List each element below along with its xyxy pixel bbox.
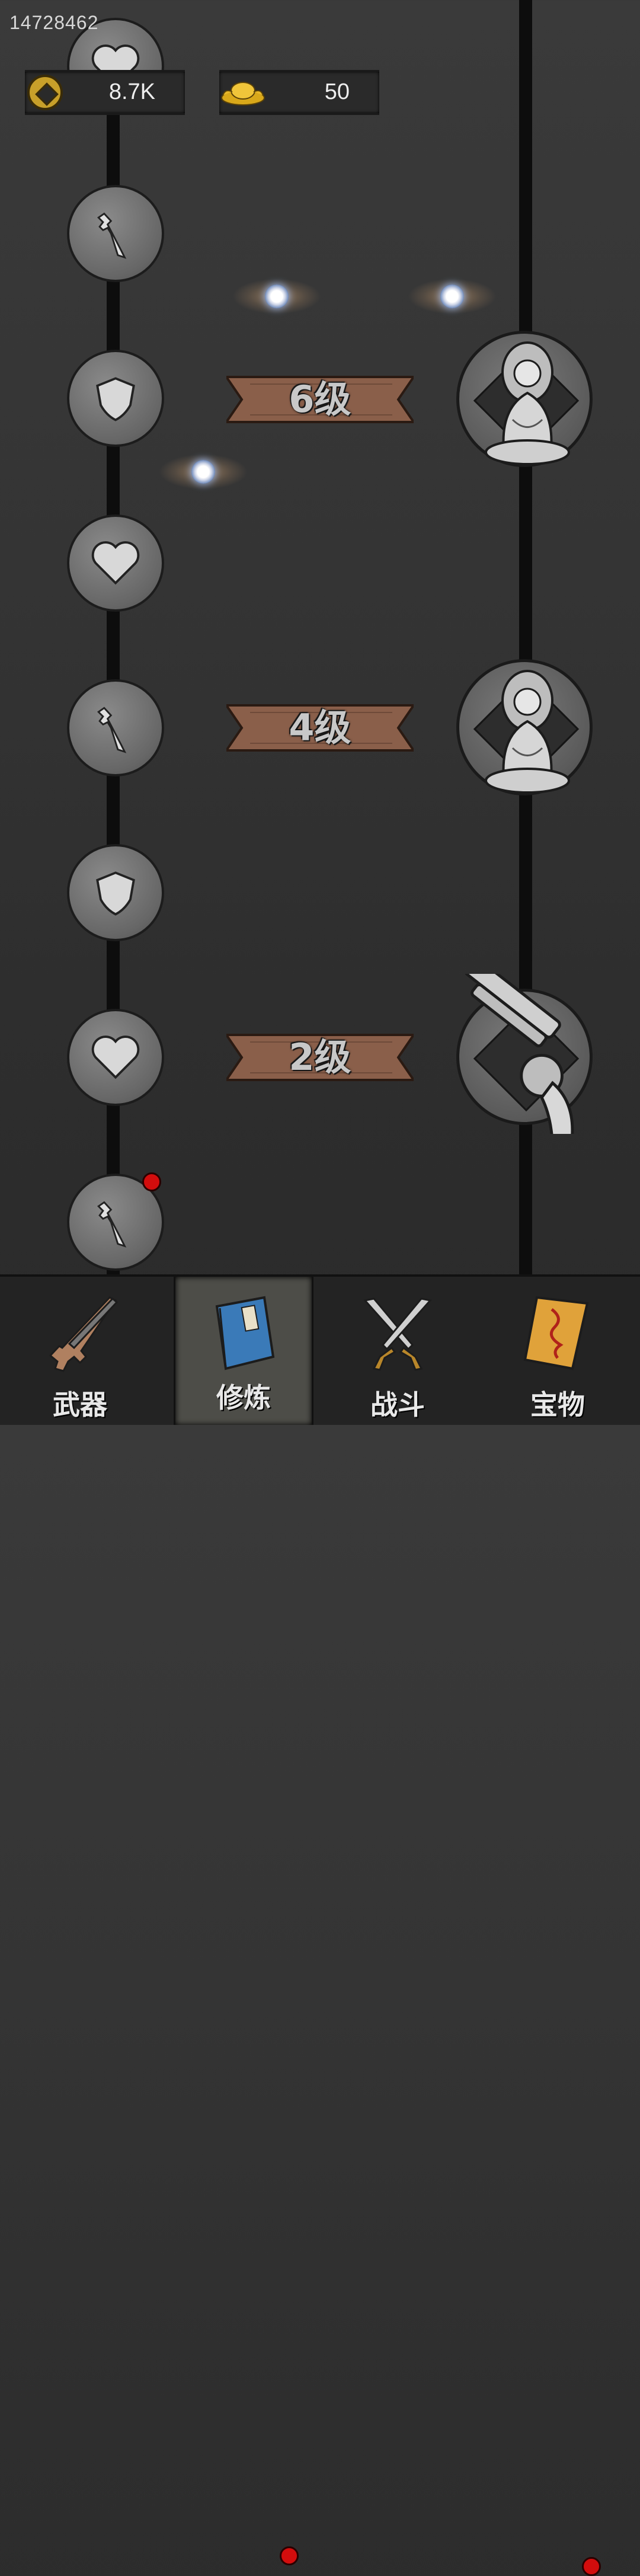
level-label: 6级 [289,378,351,421]
sword-icon [97,212,127,259]
level-label: 2级 [289,1035,351,1079]
tab-battle-label: 战斗 [370,1389,425,1421]
level-banner: 2级 [226,1030,414,1085]
bottom-nav: 武器 修炼 战斗 宝物 [0,1274,640,2576]
crossed-swords-icon [363,1297,432,1371]
skill-node-health[interactable] [67,514,164,612]
coin-icon [27,75,63,110]
tab-treasure-label: 宝物 [530,1389,585,1421]
player-id: 14728462 [9,12,99,33]
talisman-icon [523,1296,589,1370]
buddha-statue-icon [485,341,570,465]
sword-icon [97,1201,127,1248]
spirit-orb[interactable] [159,448,248,496]
milestone-shotgun-reward[interactable] [456,974,593,1134]
notification-badge [280,2546,299,2565]
shotgun-icon [464,974,574,1134]
tab-weapons-label: 武器 [53,1389,107,1421]
milestone-buddha-reward[interactable] [456,331,593,467]
rifle-icon [49,1296,119,1372]
milestone-buddha-reward[interactable] [456,659,593,795]
heart-icon [91,1035,140,1079]
sword-icon [97,707,127,753]
skill-node-attack[interactable] [67,185,164,282]
buddha-statue-icon [485,670,570,794]
level-label: 4级 [289,706,351,749]
shield-icon [96,871,135,916]
shield-icon [96,377,135,421]
skill-node-defense[interactable] [67,350,164,447]
spirit-orb[interactable] [232,273,321,320]
ingot-amount: 50 [324,79,350,104]
skill-node-defense[interactable] [67,844,164,941]
level-banner: 6级 [226,372,414,427]
book-icon [215,1296,275,1370]
tab-cultivation[interactable]: 修炼 [174,1277,313,1425]
tab-cultivation-label: 修炼 [216,1382,271,1414]
coin-amount: 8.7K [108,79,155,104]
notification-badge [142,1172,161,1191]
heart-icon [91,541,140,585]
ingot-balance[interactable]: 50 [219,70,379,115]
tab-weapons[interactable]: 武器 [0,1277,160,1425]
level-banner: 4级 [226,701,414,755]
tab-treasure[interactable]: 宝物 [478,1277,638,1425]
gold-ingot-icon [221,82,265,106]
coin-balance[interactable]: 8.7K [25,70,185,115]
spirit-orb[interactable] [408,273,497,320]
notification-badge [582,2557,601,2576]
tab-battle[interactable]: 战斗 [318,1277,478,1425]
skill-node-health[interactable] [67,1009,164,1106]
skill-node-attack[interactable] [67,679,164,776]
